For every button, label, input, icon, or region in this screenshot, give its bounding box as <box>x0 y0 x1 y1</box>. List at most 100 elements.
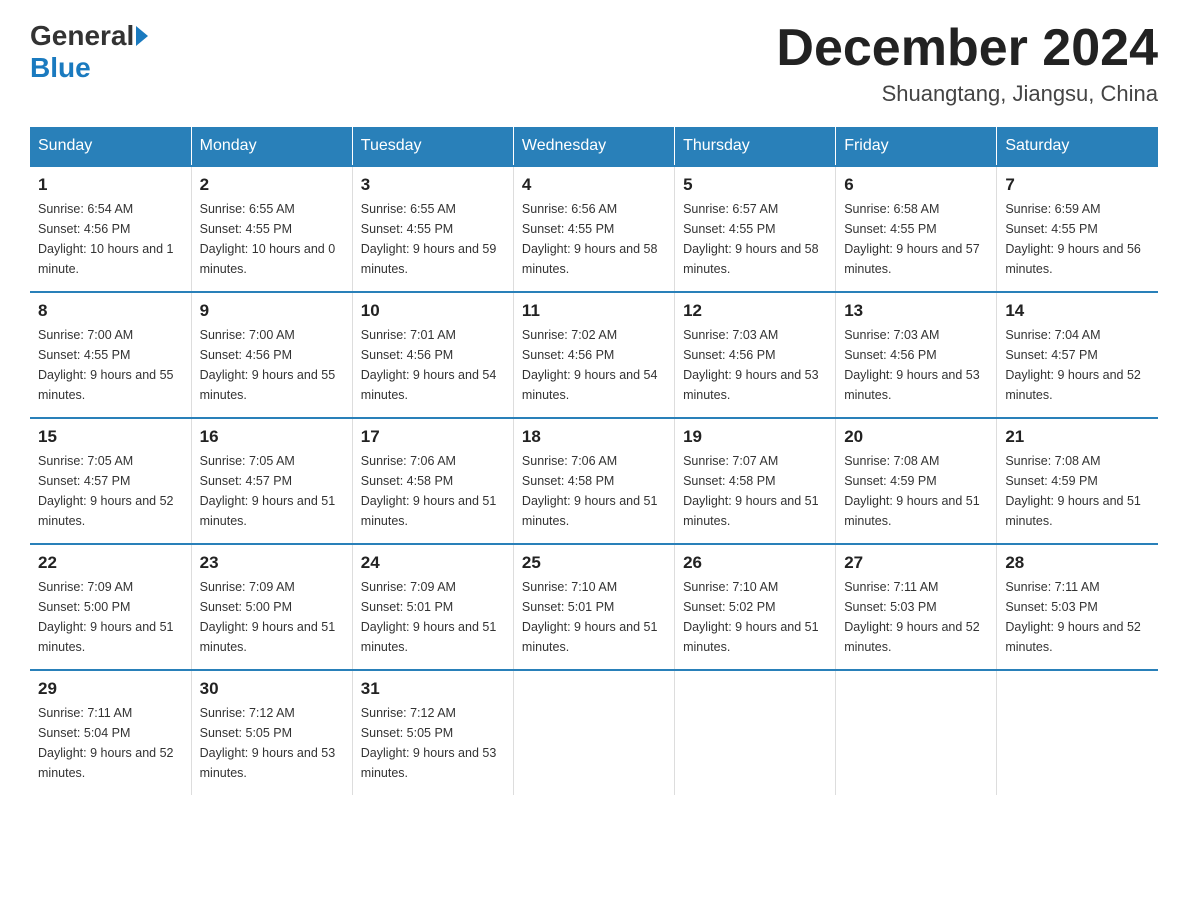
table-row: 30 Sunrise: 7:12 AMSunset: 5:05 PMDayligh… <box>191 670 352 795</box>
table-row: 6 Sunrise: 6:58 AMSunset: 4:55 PMDaylight… <box>836 166 997 292</box>
table-row: 31 Sunrise: 7:12 AMSunset: 5:05 PMDayligh… <box>352 670 513 795</box>
table-row: 3 Sunrise: 6:55 AMSunset: 4:55 PMDaylight… <box>352 166 513 292</box>
table-row: 19 Sunrise: 7:07 AMSunset: 4:58 PMDayligh… <box>675 418 836 544</box>
table-row: 16 Sunrise: 7:05 AMSunset: 4:57 PMDayligh… <box>191 418 352 544</box>
day-number: 19 <box>683 427 827 447</box>
day-number: 12 <box>683 301 827 321</box>
day-info: Sunrise: 7:04 AMSunset: 4:57 PMDaylight:… <box>1005 325 1150 405</box>
day-number: 30 <box>200 679 344 699</box>
day-info: Sunrise: 7:03 AMSunset: 4:56 PMDaylight:… <box>683 325 827 405</box>
day-info: Sunrise: 6:56 AMSunset: 4:55 PMDaylight:… <box>522 199 666 279</box>
day-info: Sunrise: 7:05 AMSunset: 4:57 PMDaylight:… <box>200 451 344 531</box>
table-row <box>997 670 1158 795</box>
header-tuesday: Tuesday <box>352 127 513 166</box>
calendar-header: SundayMondayTuesdayWednesdayThursdayFrid… <box>30 127 1158 166</box>
day-number: 18 <box>522 427 666 447</box>
day-info: Sunrise: 7:11 AMSunset: 5:03 PMDaylight:… <box>1005 577 1150 657</box>
day-number: 3 <box>361 175 505 195</box>
day-number: 14 <box>1005 301 1150 321</box>
day-info: Sunrise: 7:08 AMSunset: 4:59 PMDaylight:… <box>1005 451 1150 531</box>
table-row: 25 Sunrise: 7:10 AMSunset: 5:01 PMDayligh… <box>513 544 674 670</box>
day-number: 28 <box>1005 553 1150 573</box>
table-row: 21 Sunrise: 7:08 AMSunset: 4:59 PMDayligh… <box>997 418 1158 544</box>
day-info: Sunrise: 7:11 AMSunset: 5:03 PMDaylight:… <box>844 577 988 657</box>
table-row: 11 Sunrise: 7:02 AMSunset: 4:56 PMDayligh… <box>513 292 674 418</box>
day-info: Sunrise: 6:55 AMSunset: 4:55 PMDaylight:… <box>200 199 344 279</box>
week-row-3: 15Sunrise: 7:05 AMSunset: 4:57 PMDayligh… <box>30 418 1158 544</box>
header-monday: Monday <box>191 127 352 166</box>
day-number: 22 <box>38 553 183 573</box>
table-row: 12 Sunrise: 7:03 AMSunset: 4:56 PMDayligh… <box>675 292 836 418</box>
table-row: 9 Sunrise: 7:00 AMSunset: 4:56 PMDaylight… <box>191 292 352 418</box>
header-wednesday: Wednesday <box>513 127 674 166</box>
day-number: 21 <box>1005 427 1150 447</box>
table-row: 13Sunrise: 7:03 AMSunset: 4:56 PMDayligh… <box>836 292 997 418</box>
table-row: 17Sunrise: 7:06 AMSunset: 4:58 PMDayligh… <box>352 418 513 544</box>
week-row-5: 29 Sunrise: 7:11 AMSunset: 5:04 PMDayligh… <box>30 670 1158 795</box>
day-number: 7 <box>1005 175 1150 195</box>
day-number: 8 <box>38 301 183 321</box>
calendar-table: SundayMondayTuesdayWednesdayThursdayFrid… <box>30 127 1158 795</box>
day-number: 25 <box>522 553 666 573</box>
header-saturday: Saturday <box>997 127 1158 166</box>
day-info: Sunrise: 7:05 AMSunset: 4:57 PMDaylight:… <box>38 451 183 531</box>
table-row: 4Sunrise: 6:56 AMSunset: 4:55 PMDaylight… <box>513 166 674 292</box>
day-info: Sunrise: 7:02 AMSunset: 4:56 PMDaylight:… <box>522 325 666 405</box>
table-row: 5 Sunrise: 6:57 AMSunset: 4:55 PMDaylight… <box>675 166 836 292</box>
table-row: 26Sunrise: 7:10 AMSunset: 5:02 PMDayligh… <box>675 544 836 670</box>
day-info: Sunrise: 7:00 AMSunset: 4:55 PMDaylight:… <box>38 325 183 405</box>
table-row <box>513 670 674 795</box>
day-number: 29 <box>38 679 183 699</box>
table-row: 14 Sunrise: 7:04 AMSunset: 4:57 PMDayligh… <box>997 292 1158 418</box>
day-number: 10 <box>361 301 505 321</box>
logo-arrow-icon <box>136 26 148 46</box>
table-row: 28 Sunrise: 7:11 AMSunset: 5:03 PMDayligh… <box>997 544 1158 670</box>
day-number: 11 <box>522 301 666 321</box>
day-info: Sunrise: 7:11 AMSunset: 5:04 PMDaylight:… <box>38 703 183 783</box>
day-number: 6 <box>844 175 988 195</box>
table-row: 24Sunrise: 7:09 AMSunset: 5:01 PMDayligh… <box>352 544 513 670</box>
day-number: 5 <box>683 175 827 195</box>
table-row: 15Sunrise: 7:05 AMSunset: 4:57 PMDayligh… <box>30 418 191 544</box>
header-friday: Friday <box>836 127 997 166</box>
table-row: 29 Sunrise: 7:11 AMSunset: 5:04 PMDayligh… <box>30 670 191 795</box>
day-number: 17 <box>361 427 505 447</box>
table-row: 22Sunrise: 7:09 AMSunset: 5:00 PMDayligh… <box>30 544 191 670</box>
day-info: Sunrise: 7:06 AMSunset: 4:58 PMDaylight:… <box>522 451 666 531</box>
day-info: Sunrise: 7:10 AMSunset: 5:01 PMDaylight:… <box>522 577 666 657</box>
day-info: Sunrise: 6:54 AMSunset: 4:56 PMDaylight:… <box>38 199 183 279</box>
day-info: Sunrise: 7:12 AMSunset: 5:05 PMDaylight:… <box>361 703 505 783</box>
day-number: 27 <box>844 553 988 573</box>
week-row-1: 1Sunrise: 6:54 AMSunset: 4:56 PMDaylight… <box>30 166 1158 292</box>
title-block: December 2024 Shuangtang, Jiangsu, China <box>776 20 1158 107</box>
logo: General Blue <box>30 20 150 84</box>
day-info: Sunrise: 6:58 AMSunset: 4:55 PMDaylight:… <box>844 199 988 279</box>
day-number: 9 <box>200 301 344 321</box>
day-number: 16 <box>200 427 344 447</box>
location-title: Shuangtang, Jiangsu, China <box>776 81 1158 107</box>
day-number: 31 <box>361 679 505 699</box>
day-info: Sunrise: 6:55 AMSunset: 4:55 PMDaylight:… <box>361 199 505 279</box>
logo-blue-text: Blue <box>30 52 91 83</box>
calendar-body: 1Sunrise: 6:54 AMSunset: 4:56 PMDaylight… <box>30 166 1158 795</box>
day-info: Sunrise: 7:00 AMSunset: 4:56 PMDaylight:… <box>200 325 344 405</box>
day-info: Sunrise: 7:08 AMSunset: 4:59 PMDaylight:… <box>844 451 988 531</box>
day-number: 2 <box>200 175 344 195</box>
day-info: Sunrise: 7:09 AMSunset: 5:00 PMDaylight:… <box>200 577 344 657</box>
week-row-2: 8 Sunrise: 7:00 AMSunset: 4:55 PMDaylight… <box>30 292 1158 418</box>
day-info: Sunrise: 6:57 AMSunset: 4:55 PMDaylight:… <box>683 199 827 279</box>
table-row: 20Sunrise: 7:08 AMSunset: 4:59 PMDayligh… <box>836 418 997 544</box>
day-number: 23 <box>200 553 344 573</box>
table-row: 2 Sunrise: 6:55 AMSunset: 4:55 PMDaylight… <box>191 166 352 292</box>
day-info: Sunrise: 7:03 AMSunset: 4:56 PMDaylight:… <box>844 325 988 405</box>
day-number: 26 <box>683 553 827 573</box>
day-info: Sunrise: 7:07 AMSunset: 4:58 PMDaylight:… <box>683 451 827 531</box>
month-title: December 2024 <box>776 20 1158 77</box>
header-thursday: Thursday <box>675 127 836 166</box>
logo-general-text: General <box>30 20 134 52</box>
table-row: 27 Sunrise: 7:11 AMSunset: 5:03 PMDayligh… <box>836 544 997 670</box>
table-row: 23 Sunrise: 7:09 AMSunset: 5:00 PMDayligh… <box>191 544 352 670</box>
table-row: 1Sunrise: 6:54 AMSunset: 4:56 PMDaylight… <box>30 166 191 292</box>
day-info: Sunrise: 7:01 AMSunset: 4:56 PMDaylight:… <box>361 325 505 405</box>
day-info: Sunrise: 7:12 AMSunset: 5:05 PMDaylight:… <box>200 703 344 783</box>
